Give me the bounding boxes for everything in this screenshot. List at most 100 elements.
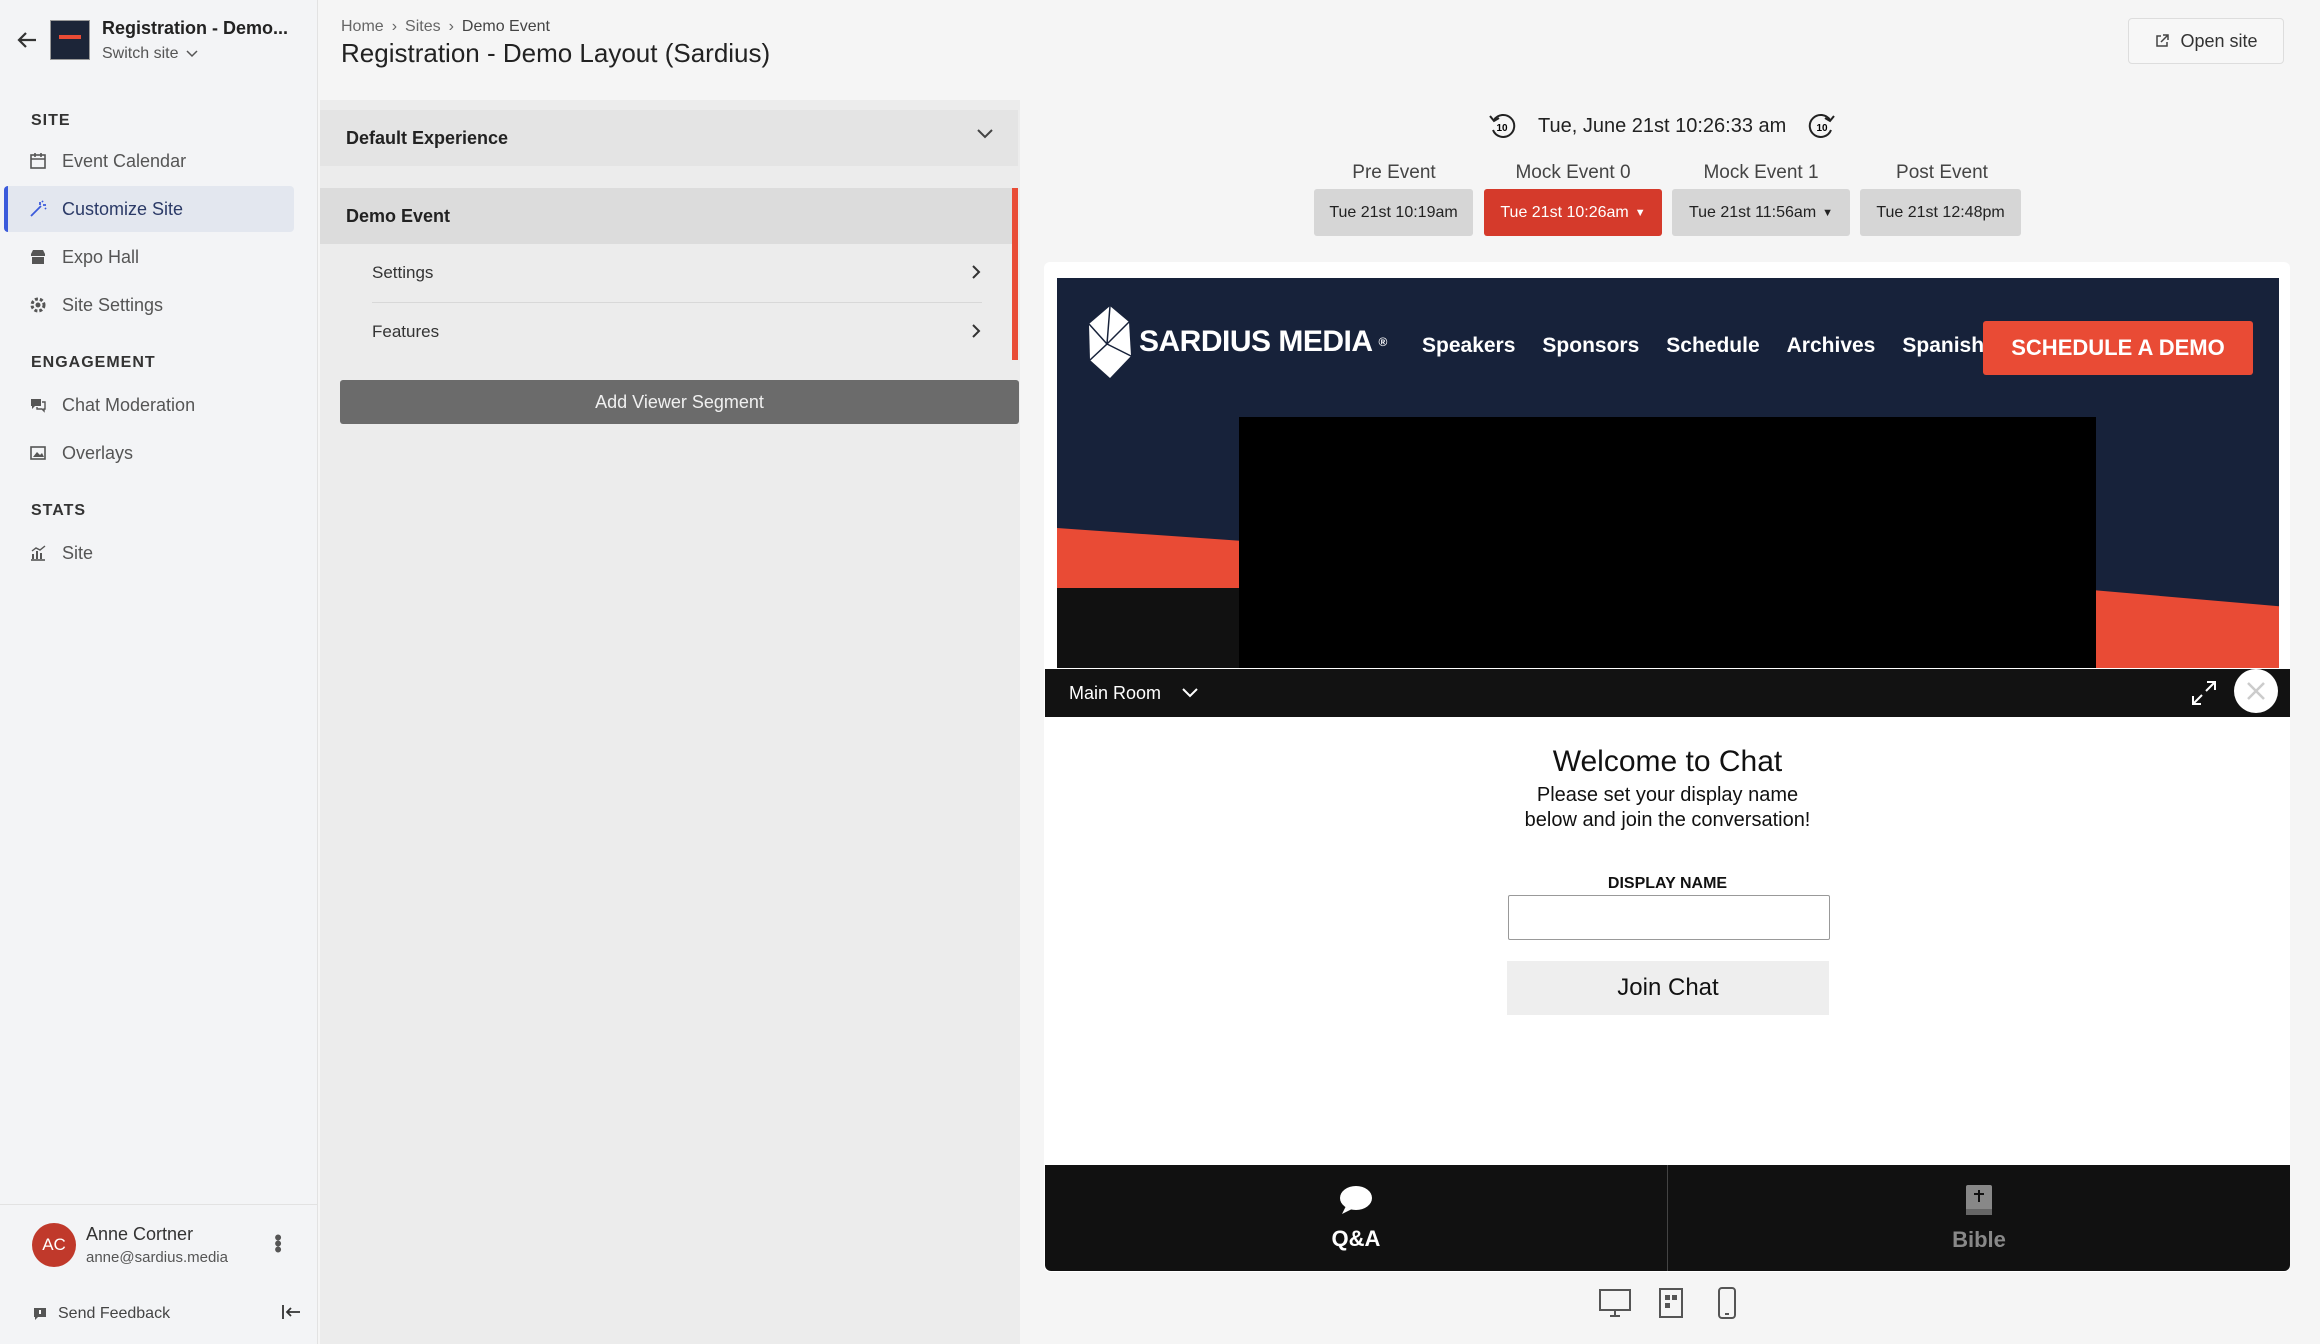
user-profile[interactable]: AC Anne Cortner anne@sardius.media • • • [0,1204,318,1284]
nav-speakers[interactable]: Speakers [1422,334,1515,358]
switch-site-link[interactable]: Switch site [102,45,288,63]
open-site-button[interactable]: Open site [2128,18,2284,64]
breadcrumb-current: Demo Event [461,18,550,35]
sardius-logo[interactable]: SARDIUS MEDIA ® [1087,304,1387,380]
sidebar-item-expo-hall[interactable]: Expo Hall [4,234,294,280]
chat-subtitle: Please set your display name below and j… [1045,783,2290,833]
close-icon[interactable] [2234,669,2278,713]
breadcrumb-sites[interactable]: Sites [405,18,441,36]
preview-nav: Speakers Sponsors Schedule Archives Span… [1422,334,1984,358]
room-name[interactable]: Main Room [1069,683,1161,704]
site-name: Registration - Demo... [102,17,289,38]
sidebar-item-label: Overlays [62,442,134,463]
phase-time: Tue 21st 11:56am [1688,203,1817,221]
nav-sponsors[interactable]: Sponsors [1542,334,1639,358]
phase-button-post-event[interactable]: Tue 21st 12:48pm [1860,189,2021,236]
sidebar-item-chat-moderation[interactable]: Chat Moderation [4,382,294,428]
chat-join-panel: Welcome to Chat Please set your display … [1045,717,2290,1165]
speech-bubble-icon [1340,1186,1372,1214]
sidebar-item-event-calendar[interactable]: Event Calendar [4,138,294,184]
sidebar-item-site-settings[interactable]: Site Settings [4,282,294,328]
chat-subtitle-line1: Please set your display name [1536,784,1799,806]
nav-section-engagement: ENGAGEMENT [31,354,156,371]
send-feedback[interactable]: Send Feedback [32,1296,302,1332]
skip-back-icon[interactable]: 10 [1486,110,1518,142]
sidebar-item-customize-site[interactable]: Customize Site [4,186,294,232]
room-selector-bar: Main Room [1045,669,2290,717]
phase-button-mock-event-1[interactable]: Tue 21st 11:56am ▼ [1672,189,1850,236]
calendar-icon [28,151,48,171]
demo-event-header[interactable]: Demo Event [320,188,1012,244]
site-switcher[interactable]: Registration - Demo... Switch site [10,10,310,70]
hero-stripe-left-dark [1057,588,1247,668]
crystal-logo-icon [1088,305,1132,378]
features-item[interactable]: Features [372,302,982,360]
display-name-field[interactable] [1508,895,1830,940]
chat-tabs: Q&A Bible [1045,1165,2290,1271]
feedback-icon [34,1308,46,1320]
phase-time: Tue 21st 12:48pm [1876,203,2005,221]
add-viewer-segment-button[interactable]: Add Viewer Segment [340,380,1019,424]
join-chat-button[interactable]: Join Chat [1507,961,1829,1015]
settings-item[interactable]: Settings [372,244,982,302]
user-email: anne@sardius.media [86,1248,228,1266]
sidebar: Registration - Demo... Switch site SITE … [0,0,318,1344]
breadcrumb-home[interactable]: Home [341,18,384,36]
stats-icon [28,543,48,563]
phase-button-mock-event-0[interactable]: Tue 21st 10:26am ▼ [1484,189,1662,236]
logo-text: SARDIUS MEDIA [1139,325,1373,358]
hero-stripe-right [2089,589,2279,668]
breadcrumb-separator-icon: › [391,18,398,35]
current-time: Tue, June 21st 10:26:33 am [1538,114,1787,137]
svg-text:10: 10 [1496,123,1508,134]
nav-spanish[interactable]: Spanish [1902,334,1984,358]
mobile-icon[interactable] [1710,1286,1744,1320]
sidebar-item-label: Site [62,542,94,563]
nav-schedule[interactable]: Schedule [1666,334,1759,358]
chevron-down-icon [977,129,993,139]
phase-label-mock-event-0: Mock Event 0 [1515,162,1631,183]
tab-qa[interactable]: Q&A [1045,1165,1668,1271]
phase-label-post-event: Post Event [1896,162,1988,183]
sidebar-item-label: Event Calendar [62,150,187,171]
tablet-icon[interactable] [1654,1286,1688,1320]
collapse-sidebar-icon[interactable] [282,1304,302,1325]
gear-icon [28,295,48,315]
tab-qa-label: Q&A [1331,1226,1381,1251]
back-arrow-icon[interactable] [10,23,44,57]
schedule-demo-button[interactable]: SCHEDULE A DEMO [1983,321,2253,375]
user-name: Anne Cortner [86,1223,194,1244]
breadcrumb-separator-icon: › [448,18,454,35]
phase-label-pre-event: Pre Event [1352,162,1436,183]
sidebar-item-overlays[interactable]: Overlays [4,430,294,476]
send-feedback-label: Send Feedback [58,1305,171,1322]
phase-button-pre-event[interactable]: Tue 21st 10:19am [1314,189,1473,236]
sidebar-item-label: Expo Hall [62,246,140,267]
default-experience-label: Default Experience [346,127,509,148]
site-thumbnail [50,20,90,60]
preview-hero: SARDIUS MEDIA ® Speakers Sponsors Schedu… [1057,278,2279,668]
caret-down-icon: ▼ [1634,206,1646,219]
breadcrumb: Home › Sites › Demo Event [341,18,550,36]
demo-event-segment: Demo Event Settings Features [320,188,1018,360]
expand-icon[interactable] [2190,679,2218,707]
video-player[interactable] [1239,417,2096,668]
sidebar-item-label: Chat Moderation [62,394,196,415]
sidebar-item-label: Customize Site [62,198,184,219]
nav-archives[interactable]: Archives [1787,334,1876,358]
tab-bible[interactable]: Bible [1668,1165,2290,1271]
tab-bible-label: Bible [1952,1227,2006,1252]
nav-section-stats: STATS [31,502,87,519]
phase-time: Tue 21st 10:19am [1329,203,1458,221]
time-controls: 10 Tue, June 21st 10:26:33 am 10 [1486,110,1838,142]
nav-section-site: SITE [31,112,71,129]
more-options-icon[interactable]: • • • [274,1227,282,1261]
desktop-icon[interactable] [1598,1286,1632,1320]
default-experience-header[interactable]: Default Experience [320,110,1018,166]
store-icon [28,247,48,267]
skip-forward-icon[interactable]: 10 [1806,110,1838,142]
chevron-right-icon [972,324,981,338]
sidebar-item-stats-site[interactable]: Site [4,530,294,576]
chevron-down-icon[interactable] [1181,687,1199,699]
features-label: Features [372,321,440,341]
